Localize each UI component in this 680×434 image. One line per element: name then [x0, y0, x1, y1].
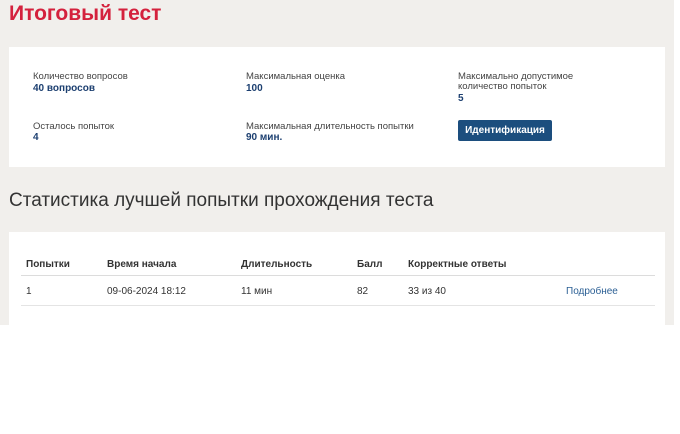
cell-start-time: 09-06-2024 18:12: [107, 286, 186, 297]
stats-table: Попытки Время начала Длительность Балл К…: [9, 232, 665, 325]
column-header-duration: Длительность: [241, 259, 313, 270]
cell-correct-answers: 33 из 40: [408, 286, 446, 297]
max-score-value: 100: [246, 83, 263, 94]
test-info-card: Количество вопросов 40 вопросов Максимал…: [9, 47, 665, 167]
column-header-start-time: Время начала: [107, 259, 177, 270]
max-duration-label: Максимальная длительность попытки: [246, 121, 414, 132]
stats-section-title: Статистика лучшей попытки прохождения те…: [9, 190, 434, 211]
page-title: Итоговый тест: [9, 2, 162, 25]
remaining-attempts-value: 4: [33, 132, 39, 143]
column-header-correct-answers: Корректные ответы: [408, 259, 507, 270]
questions-count-label: Количество вопросов: [33, 71, 128, 82]
max-attempts-value: 5: [458, 93, 464, 104]
cell-score: 82: [357, 286, 369, 297]
column-header-attempts: Попытки: [26, 259, 70, 270]
cell-attempt: 1: [26, 286, 32, 297]
max-duration-value: 90 мин.: [246, 132, 283, 143]
cell-duration: 11 мин: [241, 286, 273, 297]
header-divider: [21, 275, 655, 276]
max-attempts-label: Максимально допустимое количество попыто…: [458, 71, 574, 92]
details-link[interactable]: Подробнее: [566, 286, 618, 297]
questions-count-value: 40 вопросов: [33, 83, 95, 94]
identification-button[interactable]: Идентификация: [458, 120, 552, 141]
row-divider: [21, 305, 655, 306]
column-header-score: Балл: [357, 259, 383, 270]
max-score-label: Максимальная оценка: [246, 71, 346, 82]
remaining-attempts-label: Осталось попыток: [33, 121, 115, 132]
